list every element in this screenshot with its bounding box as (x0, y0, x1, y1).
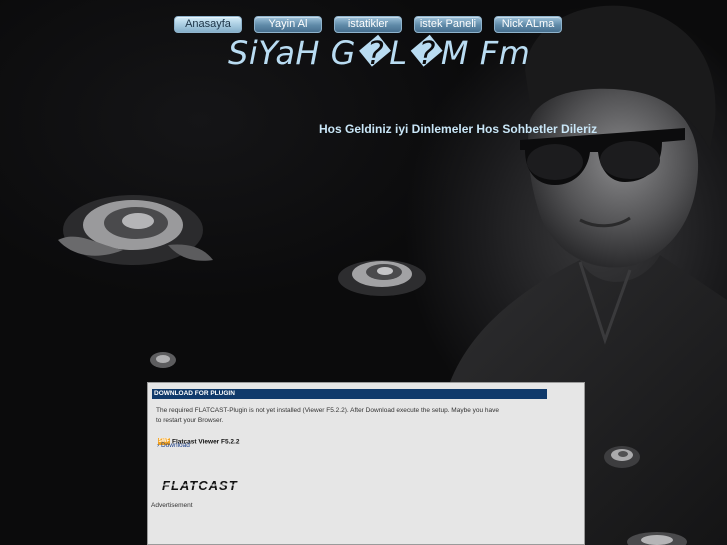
site-title: SiYaH G�L�M Fm (228, 34, 531, 72)
page-background: Anasayfa Yayin Al istatikler istek Panel… (0, 0, 727, 545)
flatcast-logo: FLATCAST (162, 479, 270, 491)
nav-istek-paneli-button[interactable]: istek Paneli (414, 16, 482, 33)
rose-image-large (58, 195, 213, 265)
plugin-message: The required FLATCAST-Plugin is not yet … (156, 407, 499, 424)
nav-yayin-al-button[interactable]: Yayin Al (254, 16, 322, 33)
plugin-download-panel: DOWNLOAD FOR PLUGIN The required FLATCAS… (147, 382, 585, 545)
rose-image-right (604, 446, 640, 468)
advertisement-label: Advertisement (151, 502, 193, 509)
panel-header: DOWNLOAD FOR PLUGIN (152, 389, 547, 399)
nav-anasayfa-button[interactable]: Anasayfa (174, 16, 242, 33)
download-link[interactable]: › Download (157, 442, 190, 449)
rose-image-bottom (627, 532, 687, 545)
download-label: Download (160, 442, 190, 449)
welcome-message: Hos Geldiniz iyi Dinlemeler Hos Sohbetle… (319, 122, 598, 136)
chevron-right-icon: › (157, 442, 160, 449)
rose-image-small (150, 352, 176, 368)
nav-nick-alma-button[interactable]: Nick ALma (494, 16, 562, 33)
nav-istatikler-button[interactable]: istatikler (334, 16, 402, 33)
rose-image-medium (338, 260, 426, 296)
